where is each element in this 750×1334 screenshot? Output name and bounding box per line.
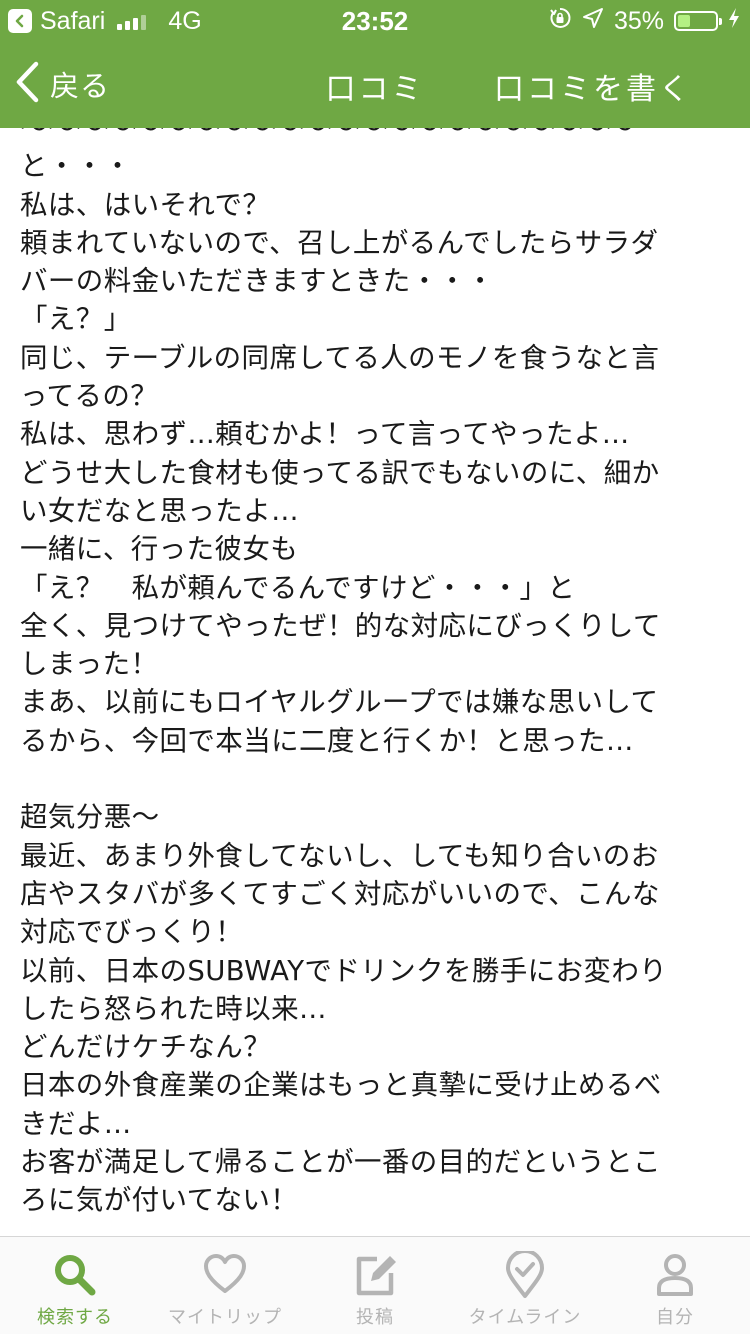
review-line: 超気分悪〜: [20, 801, 160, 834]
review-line: ろに気が付いてない！: [20, 1184, 299, 1217]
review-line: 以前、日本のSUBWAYでドリンクを勝手にお変わり: [20, 954, 668, 987]
nav-bar: 戻る 口コミ 口コミを書く: [0, 40, 750, 128]
review-line: 私は、思わず…頼むかよ！って言ってやったよ…: [20, 418, 630, 451]
review-line: るから、今回で本当に二度と行くか！と思った…: [20, 724, 634, 757]
review-line: ってるの？: [20, 380, 159, 413]
review-line: 最近、あまり外食してないし、しても知り合いのお: [20, 839, 659, 872]
tab-my-trip[interactable]: マイトリップ: [150, 1237, 300, 1334]
review-line: [20, 760, 730, 798]
charging-icon: [728, 7, 740, 36]
review-line: 一緒に、行った彼女も: [20, 533, 299, 566]
review-line: い女だなと思ったよ…: [20, 494, 299, 527]
tab-post[interactable]: 投稿: [300, 1237, 450, 1334]
review-content[interactable]: 〜〜〜〜〜〜〜〜〜〜〜〜〜〜〜〜〜〜〜〜〜〜と・・・私は、はいそれで？ 頼まれてい…: [0, 128, 750, 1236]
review-line: 対応でびっくり！: [20, 916, 244, 949]
tab-timeline[interactable]: タイムライン: [450, 1237, 600, 1334]
review-line: 日本の外食産業の企業はもっと真摯に受け止めるべ: [20, 1069, 662, 1102]
location-icon: [582, 7, 604, 36]
app-screen: Safari 4G 23:52 35% 戻る 口コミ 口コミを書く 〜〜〜〜〜〜…: [0, 0, 750, 1334]
review-line: どんだけケチなん？: [20, 1031, 272, 1064]
tab-profile-label: 自分: [656, 1307, 694, 1328]
map-pin-check-icon: [501, 1249, 549, 1299]
review-line: まあ、以前にもロイヤルグループでは嫌な思いして: [20, 686, 659, 719]
status-bar: Safari 4G 23:52 35%: [0, 0, 750, 40]
review-line: したら怒られた時以来…: [20, 992, 327, 1025]
tab-search-label: 検索する: [37, 1307, 113, 1328]
tab-profile[interactable]: 自分: [600, 1237, 750, 1334]
tab-bar: 検索する マイトリップ 投稿 タイムライン 自分: [0, 1236, 750, 1334]
review-line: バーの料金いただきますときた・・・: [20, 265, 495, 298]
tab-my-trip-label: マイトリップ: [168, 1307, 282, 1328]
status-right: 35%: [548, 6, 740, 36]
review-line: 同じ、テーブルの同席してる人のモノを食うなと言: [20, 341, 660, 374]
review-text: 〜〜〜〜〜〜〜〜〜〜〜〜〜〜〜〜〜〜〜〜〜〜と・・・私は、はいそれで？ 頼まれてい…: [20, 128, 730, 1220]
review-line: お客が満足して帰ることが一番の目的だというとこ: [20, 1146, 661, 1179]
rotation-lock-icon: [548, 6, 572, 37]
review-line: 店やスタバが多くてすごく対応がいいので、こんな: [20, 877, 660, 910]
review-line: 〜〜〜〜〜〜〜〜〜〜〜〜〜〜〜〜〜〜〜〜〜〜: [20, 128, 634, 144]
tab-timeline-label: タイムライン: [468, 1307, 582, 1328]
review-line: しまった！: [20, 648, 159, 681]
person-icon: [651, 1251, 699, 1299]
battery-fill: [678, 15, 690, 27]
review-line: 私は、はいそれで？: [20, 188, 271, 221]
edit-icon: [351, 1251, 399, 1299]
review-line: 「え？」: [20, 303, 132, 336]
review-line: きだよ…: [20, 1107, 132, 1140]
review-line: 頼まれていないので、召し上がるんでしたらサラダ: [20, 226, 659, 259]
review-line: 全く、見つけてやったぜ！的な対応にびっくりして: [20, 609, 661, 642]
tab-post-label: 投稿: [356, 1307, 394, 1328]
battery-percent: 35%: [613, 6, 664, 35]
review-line: と・・・: [20, 150, 132, 183]
tab-search[interactable]: 検索する: [0, 1237, 150, 1334]
write-review-button[interactable]: 口コミを書く: [494, 64, 692, 108]
search-icon: [51, 1251, 99, 1299]
heart-icon: [201, 1251, 249, 1299]
review-line: 「え？ 私が頼んでるんですけど・・・」と: [20, 571, 576, 604]
battery-icon: [674, 11, 722, 31]
review-line: どうせ大した食材も使ってる訳でもないのに、細か: [20, 456, 660, 489]
